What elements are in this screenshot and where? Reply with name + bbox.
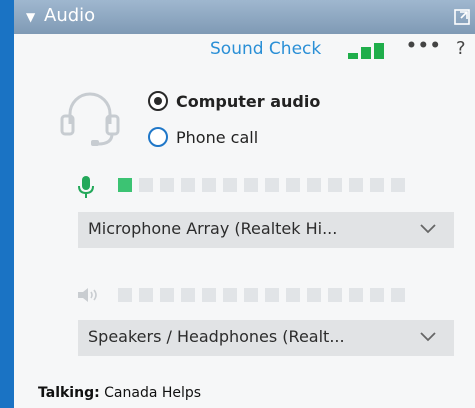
microphone-icon[interactable]: [78, 176, 94, 198]
popout-icon[interactable]: [454, 9, 470, 25]
level-segment: [349, 178, 363, 192]
computer-audio-radio[interactable]: [148, 91, 168, 111]
level-segment: [202, 288, 216, 302]
collapse-icon[interactable]: ▼: [26, 9, 35, 25]
level-segment: [118, 288, 132, 302]
headset-icon: [60, 92, 120, 146]
speaker-icon[interactable]: [78, 287, 100, 303]
option-computer-audio[interactable]: Computer audio: [148, 89, 320, 113]
panel-title: Audio: [44, 5, 96, 26]
audio-panel: ▼ Audio Sound Check ••• ? Computer audio…: [14, 0, 475, 408]
level-segment: [202, 178, 216, 192]
level-segment: [307, 178, 321, 192]
level-segment: [160, 178, 174, 192]
level-segment: [139, 178, 153, 192]
level-segment: [118, 178, 132, 192]
talking-label: Talking:: [38, 385, 100, 401]
level-segment: [370, 288, 384, 302]
microphone-level-meter: [118, 178, 405, 192]
level-segment: [223, 288, 237, 302]
chevron-down-icon: [420, 332, 436, 342]
option-phone-call[interactable]: Phone call: [148, 125, 258, 149]
title-bar: ▼ Audio: [14, 0, 475, 34]
level-segment: [328, 178, 342, 192]
speaker-select[interactable]: Speakers / Headphones (Realt...: [78, 320, 454, 356]
level-segment: [160, 288, 174, 302]
level-segment: [391, 178, 405, 192]
speaker-select-value: Speakers / Headphones (Realt...: [88, 327, 345, 346]
level-segment: [244, 288, 258, 302]
signal-bars-icon: [348, 43, 384, 59]
chevron-down-icon: [420, 224, 436, 234]
speaker-level-meter: [118, 288, 405, 302]
level-segment: [181, 288, 195, 302]
level-segment: [307, 288, 321, 302]
sound-check-link[interactable]: Sound Check: [210, 38, 321, 60]
phone-call-radio[interactable]: [148, 127, 168, 147]
level-segment: [265, 288, 279, 302]
level-segment: [286, 178, 300, 192]
level-segment: [244, 178, 258, 192]
level-segment: [349, 288, 363, 302]
level-segment: [265, 178, 279, 192]
more-options-button[interactable]: •••: [406, 38, 442, 55]
talking-status: Talking: Canada Helps: [38, 385, 201, 401]
computer-audio-label: Computer audio: [176, 91, 321, 111]
level-segment: [286, 288, 300, 302]
talking-name: Canada Helps: [104, 385, 202, 401]
level-segment: [328, 288, 342, 302]
level-segment: [370, 178, 384, 192]
level-segment: [223, 178, 237, 192]
microphone-select-value: Microphone Array (Realtek Hi...: [88, 219, 338, 238]
phone-call-label: Phone call: [176, 127, 259, 147]
microphone-select[interactable]: Microphone Array (Realtek Hi...: [78, 212, 454, 248]
level-segment: [139, 288, 153, 302]
level-segment: [391, 288, 405, 302]
help-button[interactable]: ?: [456, 38, 466, 60]
level-segment: [181, 178, 195, 192]
